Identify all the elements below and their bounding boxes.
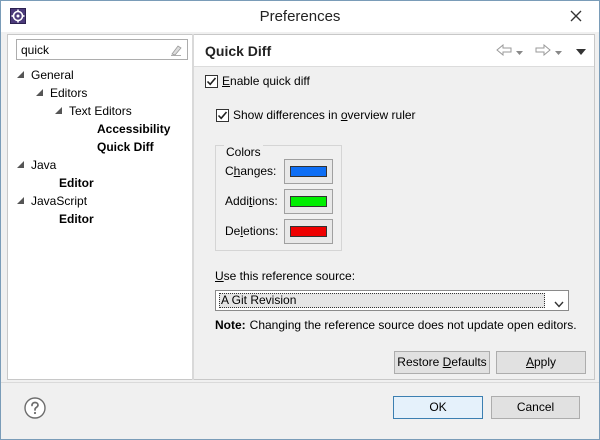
reference-source-label: Use this reference source: (215, 269, 356, 283)
cancel-button[interactable]: Cancel (491, 396, 580, 419)
filter-input[interactable] (21, 42, 161, 58)
expanded-arrow-icon[interactable] (17, 71, 24, 78)
page-title: Quick Diff (205, 43, 272, 59)
footer-separator (1, 382, 599, 383)
help-icon[interactable] (24, 397, 46, 419)
tree-item-label: General (31, 68, 74, 82)
checkbox-box[interactable] (216, 108, 229, 122)
reference-source-select[interactable]: A Git Revision (215, 290, 569, 311)
checkbox-box[interactable] (205, 74, 218, 88)
tree-item-label: Editors (50, 86, 88, 100)
checkmark-icon (217, 110, 228, 119)
title-bar: Preferences (1, 1, 599, 32)
page-header: Quick Diff (194, 35, 594, 67)
tree-item-label: Accessibility (97, 122, 171, 136)
tree-item-label: Quick Diff (97, 140, 154, 154)
expanded-arrow-icon[interactable] (55, 107, 62, 114)
enable-quick-diff-label: Enable quick diff (222, 74, 310, 88)
expanded-arrow-icon[interactable] (36, 89, 43, 96)
back-dropdown-icon[interactable] (516, 44, 523, 58)
additions-color-button[interactable] (284, 189, 333, 214)
show-differences-checkbox[interactable]: Show differences in overview ruler (216, 107, 416, 123)
ok-button[interactable]: OK (393, 396, 483, 419)
tree-item-label: JavaScript (31, 194, 88, 208)
enable-quick-diff-checkbox[interactable]: Enable quick diff (205, 73, 310, 89)
restore-defaults-button[interactable]: Restore Defaults (394, 351, 490, 374)
page-navigation (496, 43, 586, 59)
chevron-down-icon[interactable] (554, 297, 564, 311)
show-differences-label: Show differences in overview ruler (233, 108, 416, 122)
deletions-color-button[interactable] (284, 219, 333, 244)
note-prefix: Note: (215, 318, 246, 332)
forward-arrow-icon[interactable] (535, 43, 551, 59)
changes-label: Changes: (225, 164, 277, 178)
close-icon (570, 10, 582, 22)
tree-item-label: Editor (59, 212, 94, 226)
preference-page: Quick Diff Enable quick diff Show differ… (194, 34, 595, 380)
deletions-label: Deletions: (225, 224, 279, 238)
colors-group: Colors Changes: Additions: Deletions: (215, 145, 342, 251)
filter-field[interactable] (16, 39, 188, 60)
deletions-color-swatch (290, 226, 327, 237)
changes-color-button[interactable] (284, 159, 333, 184)
note-text: Changing the reference source does not u… (249, 318, 577, 332)
apply-button[interactable]: Apply (496, 351, 586, 374)
expanded-arrow-icon[interactable] (17, 197, 24, 204)
tree-item-label: Java (31, 158, 57, 172)
tree-item-label: Text Editors (69, 104, 132, 118)
additions-label: Additions: (225, 194, 278, 208)
window-title: Preferences (259, 8, 341, 25)
colors-group-title: Colors (224, 145, 263, 159)
back-arrow-icon[interactable] (496, 43, 512, 59)
additions-color-swatch (290, 196, 327, 207)
reference-source-value: A Git Revision (219, 293, 545, 308)
expanded-arrow-icon[interactable] (17, 161, 24, 168)
forward-dropdown-icon[interactable] (555, 44, 562, 58)
preferences-window: Preferences General Editors (0, 0, 600, 440)
tree-item-label: Editor (59, 176, 94, 190)
reference-note: Note: Changing the reference source does … (215, 318, 577, 332)
changes-color-swatch (290, 166, 327, 177)
view-menu-icon[interactable] (576, 44, 586, 58)
clear-filter-icon[interactable] (169, 43, 183, 57)
preference-tree-pane: General Editors Text Editors Accessibili… (7, 34, 193, 380)
checkmark-icon (206, 76, 217, 85)
close-button[interactable] (554, 2, 598, 30)
